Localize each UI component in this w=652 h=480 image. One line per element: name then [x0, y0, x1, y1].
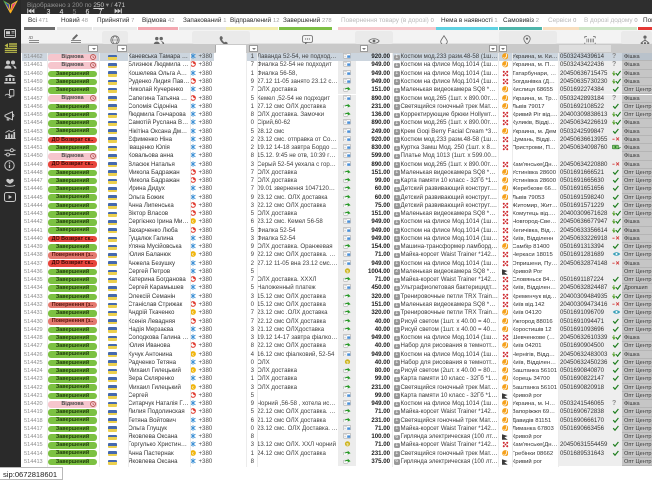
- svg-text:lc: lc: [192, 451, 195, 455]
- svg-text:lc: lc: [192, 385, 195, 389]
- svg-text:lc: lc: [192, 369, 195, 373]
- svg-text:lc: lc: [192, 311, 195, 315]
- svg-text:lc: lc: [192, 220, 195, 224]
- svg-text:ID: ID: [29, 35, 34, 40]
- svg-text:lc: lc: [192, 253, 195, 257]
- svg-text:lc: lc: [192, 352, 195, 356]
